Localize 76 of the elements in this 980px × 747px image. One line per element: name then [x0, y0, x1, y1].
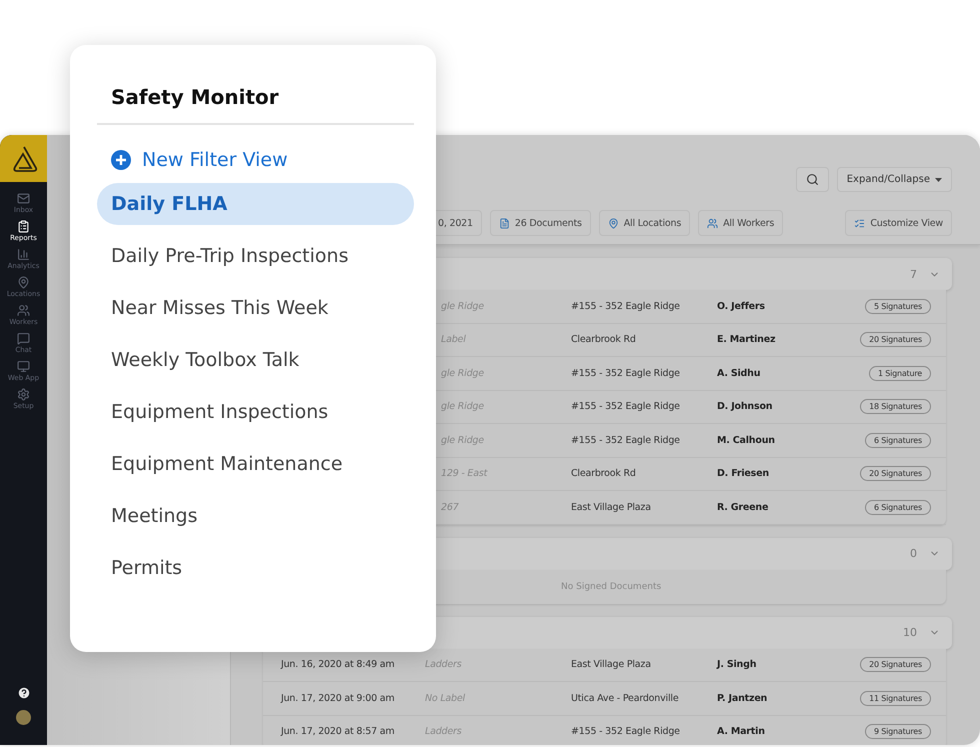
table-cell-text: Ladders: [425, 659, 462, 670]
people-icon: [707, 218, 718, 228]
table-cell-text: East Village Plaza: [571, 659, 652, 670]
search-icon: [806, 173, 819, 186]
table-cell-text: #155 - 352 Eagle Ridge: [571, 434, 681, 446]
menu-title: Safety Monitor: [97, 85, 414, 125]
logo-icon[interactable]: [0, 135, 47, 182]
table-cell-text: gle Ridge: [440, 368, 485, 379]
chat-icon: [16, 332, 30, 345]
help-icon[interactable]: [16, 686, 30, 700]
expand-collapse-button[interactable]: Expand/Collapse: [836, 167, 952, 192]
document-icon: [498, 218, 510, 228]
pin-icon: [608, 218, 619, 228]
table-cell-text: #155 - 352 Eagle Ridge: [571, 401, 681, 412]
table-cell-text: R. Greene: [717, 502, 770, 513]
signature-count: 6 Signatures: [865, 432, 931, 448]
group-count: 0: [910, 547, 917, 560]
table-cell-text: D. Johnson: [717, 401, 774, 412]
table-cell-text: M. Calhoun: [717, 434, 776, 446]
monitor-icon: [16, 360, 30, 373]
table-cell-text: #155 - 352 Eagle Ridge: [571, 726, 681, 738]
customize-view-button[interactable]: Customize View: [845, 210, 952, 236]
caret-icon: [935, 178, 942, 182]
signature-count: 6 Signatures: [865, 500, 931, 515]
table-cell-text: East Village Plaza: [571, 502, 652, 513]
table-cell-text: #155 - 352 Eagle Ridge: [571, 368, 681, 379]
signature-count: 9 Signatures: [865, 724, 931, 740]
table-cell-text: Label: [440, 334, 467, 346]
people-icon: [17, 304, 30, 317]
filter-chip[interactable]: 26 Documents: [490, 210, 591, 236]
add-icon: [111, 150, 131, 170]
table-cell-text: Jun. 16, 2020 at 8:49 am: [281, 659, 396, 670]
table-cell-text: E. Martinez: [717, 334, 776, 346]
group-count: 10: [903, 626, 917, 639]
table-row[interactable]: Jun. 17, 2020 at 8:57 am Ladders #155 - 352 Eagle Ridge A. Martin 9 Signatures: [263, 716, 946, 745]
table-cell-text: O. Jeffers: [717, 300, 766, 312]
filter-view-item[interactable]: Daily FLHA: [97, 183, 414, 225]
signature-count: 1 Signature: [868, 366, 931, 381]
table-cell-text: No Label: [425, 692, 466, 704]
mail-icon: [17, 192, 30, 205]
empty-message: No Signed Documents: [561, 582, 662, 592]
table-cell-text: gle Ridge: [440, 300, 485, 312]
table-cell-text: Jun. 17, 2020 at 9:00 am: [281, 692, 396, 704]
table-cell-text: Jun. 17, 2020 at 8:57 am: [281, 726, 396, 738]
settings-icon: [17, 388, 30, 401]
group-count: 7: [910, 268, 917, 280]
new-filter-view-link[interactable]: New Filter View: [111, 149, 414, 171]
chart-icon: [16, 248, 30, 261]
table-cell-text: #155 - 352 Eagle Ridge: [571, 300, 681, 312]
signature-count: 20 Signatures: [860, 466, 931, 482]
search-button[interactable]: [796, 167, 829, 192]
table-cell-text: 267: [440, 502, 460, 513]
clipboard-icon: [16, 220, 30, 233]
filter-chip[interactable]: All Workers: [698, 210, 784, 236]
signature-count: 18 Signatures: [860, 399, 931, 414]
signature-count: 11 Signatures: [860, 690, 931, 706]
table-cell-text: J. Singh: [717, 659, 758, 670]
table-cell-text: D. Friesen: [717, 468, 770, 480]
table-cell-text: Clearbrook Rd: [571, 334, 637, 346]
table-cell-text: Utica Ave - Peardonville: [571, 692, 680, 704]
table-cell-text: A. Sidhu: [717, 368, 762, 379]
list-icon: [854, 218, 866, 228]
table-cell-text: Ladders: [425, 726, 462, 738]
table-cell-text: gle Ridge: [440, 401, 485, 412]
signature-count: 5 Signatures: [865, 298, 931, 314]
table-cell-text: 129 - East: [440, 468, 488, 480]
table-row[interactable]: Jun. 17, 2020 at 9:00 am No Label Utica Ave - Peardonville P. Jantzen 11 Signatures: [263, 682, 946, 716]
table-cell-text: A. Martin: [717, 726, 766, 738]
table-cell-text: Clearbrook Rd: [571, 468, 637, 480]
signature-count: 20 Signatures: [860, 332, 931, 348]
table-cell-text: P. Jantzen: [717, 692, 768, 704]
signature-count: 20 Signatures: [860, 657, 931, 672]
table-cell-text: gle Ridge: [440, 434, 485, 446]
pin-icon: [16, 276, 30, 289]
filter-chip[interactable]: All Locations: [598, 210, 690, 236]
avatar[interactable]: [16, 710, 31, 725]
